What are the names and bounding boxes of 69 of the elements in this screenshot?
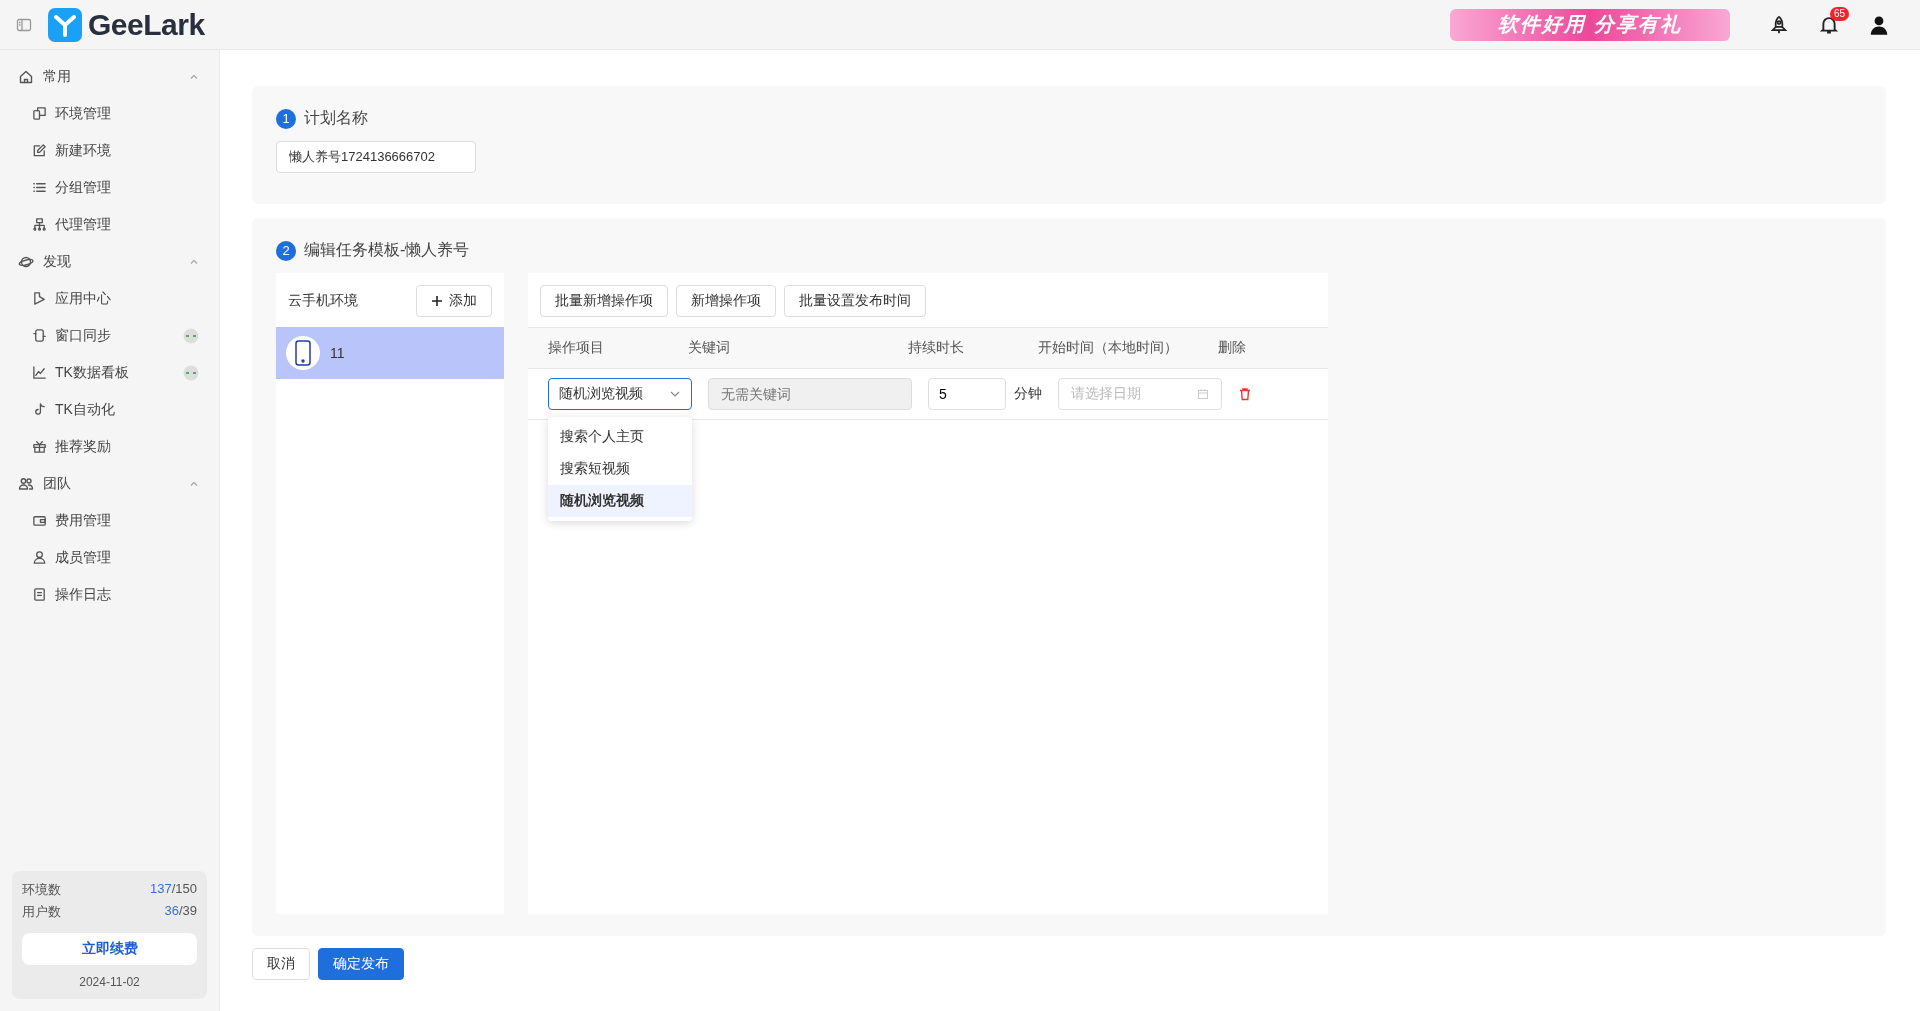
renew-button[interactable]: 立即续费 [22, 933, 197, 965]
sidebar-item[interactable]: TK数据看板 [0, 354, 219, 391]
step-number: 1 [276, 108, 296, 129]
person-icon [32, 550, 47, 565]
toolbar-button[interactable]: 新增操作项 [676, 285, 776, 317]
dropdown-option[interactable]: 搜索个人主页 [548, 421, 692, 453]
sidebar-item[interactable]: 应用中心 [0, 280, 219, 317]
gift-icon [32, 439, 47, 454]
column-header: 开始时间（本地时间） [1038, 339, 1179, 357]
sidebar-item[interactable]: 推荐奖励 [0, 428, 219, 465]
dropdown-option[interactable]: 随机浏览视频 [548, 485, 692, 517]
sidebar-item[interactable]: TK自动化 [0, 391, 219, 428]
sidebar-item[interactable]: 分组管理 [0, 169, 219, 206]
expiry-date: 2024-11-02 [78, 975, 141, 989]
sidebar-item[interactable]: 代理管理 [0, 206, 219, 243]
sidebar-toggle-icon[interactable] [16, 16, 32, 33]
add-button[interactable]: 添加 [416, 285, 492, 317]
sidebar-item[interactable]: 成员管理 [0, 539, 219, 576]
stat-value: 36/39 [164, 903, 197, 920]
column-header: 操作项目 [547, 339, 605, 357]
note-icon [32, 402, 47, 417]
document-icon [32, 587, 47, 602]
environment-item[interactable]: 11 [276, 327, 504, 379]
plus-icon [431, 295, 443, 307]
toolbar-button[interactable]: 批量设置发布时间 [784, 285, 926, 317]
stat-label: 用户数 [22, 903, 61, 921]
sidebar-item[interactable]: 窗口同步 [0, 317, 219, 354]
column-header: 关键词 [688, 339, 731, 357]
phone-icon [293, 340, 313, 366]
duration-field[interactable]: 5 [928, 378, 1006, 410]
delete-icon[interactable] [1238, 387, 1252, 401]
sidebar-group[interactable]: 发现 [0, 243, 219, 280]
cancel-button[interactable]: 取消 [252, 948, 310, 980]
edit-icon [32, 143, 47, 158]
toolbar-button[interactable]: 批量新增操作项 [540, 285, 668, 317]
sidebar-item[interactable]: 操作日志 [0, 576, 219, 613]
sidebar-item[interactable]: 环境管理 [0, 95, 219, 132]
column-header: 持续时长 [908, 339, 965, 357]
dropdown-option[interactable]: 搜索短视频 [548, 453, 692, 485]
operation-select[interactable]: 随机浏览视频 [548, 378, 692, 410]
rocket-icon[interactable] [1769, 14, 1789, 35]
logo-icon [48, 7, 82, 42]
stat-value: 137/150 [150, 881, 197, 898]
calendar-icon [1197, 388, 1209, 400]
step-number: 2 [276, 240, 296, 261]
section-title: 计划名称 [304, 108, 368, 128]
publish-button[interactable]: 确定发布 [318, 948, 404, 980]
column-header: 删除 [1218, 339, 1247, 357]
duration-unit: 分钟 [1014, 385, 1042, 403]
sidebar-item[interactable]: 费用管理 [0, 502, 219, 539]
list-icon [32, 180, 47, 195]
home-icon [18, 68, 34, 85]
logo-text: GeeLark [88, 7, 205, 42]
sidebar-item[interactable]: 新建环境 [0, 132, 219, 169]
environment-name: 11 [330, 345, 345, 361]
wallet-icon [32, 513, 47, 528]
devices-icon [32, 106, 47, 121]
sidebar-group[interactable]: 常用 [0, 58, 219, 95]
notification-count: 65 [1830, 6, 1850, 21]
chart-icon [32, 365, 47, 380]
phone-sync-icon [32, 328, 47, 343]
network-icon [32, 217, 47, 232]
users-icon [18, 475, 34, 492]
section-title: 编辑任务模板-懒人养号 [304, 240, 470, 260]
stat-label: 环境数 [22, 881, 61, 899]
app-icon [32, 291, 47, 306]
sidebar-group[interactable]: 团队 [0, 465, 219, 502]
plan-name-field[interactable]: 懒人养号1724136666702 [276, 141, 476, 173]
panel-title: 云手机环境 [288, 292, 358, 310]
